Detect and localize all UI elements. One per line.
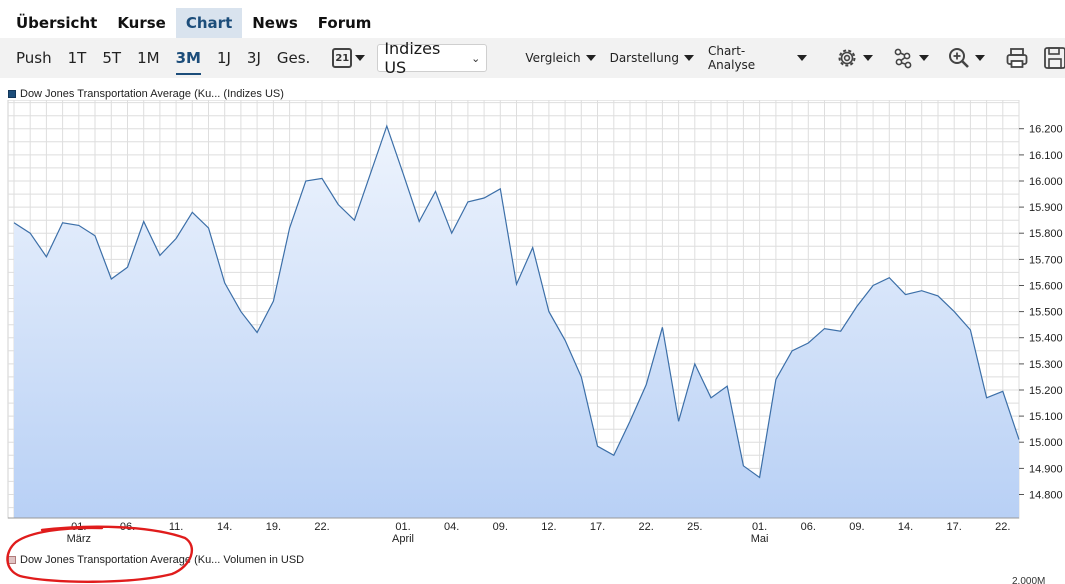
chevron-down-icon xyxy=(863,55,873,61)
tab-uebersicht[interactable]: Übersicht xyxy=(0,8,107,38)
menu-vergleich[interactable]: Vergleich xyxy=(525,51,596,65)
y-tick-label: 15.400 xyxy=(1029,333,1063,345)
x-tick-label: 19. xyxy=(266,521,281,533)
range-ges[interactable]: Ges. xyxy=(269,38,318,78)
annotation-circle xyxy=(6,525,194,583)
menu-vergleich-label: Vergleich xyxy=(525,51,581,65)
y-tick-label: 15.800 xyxy=(1029,228,1063,240)
tab-news[interactable]: News xyxy=(242,8,308,38)
network-icon xyxy=(894,48,912,69)
x-month-label: April xyxy=(392,533,414,545)
tab-forum[interactable]: Forum xyxy=(308,8,382,38)
y-axis: 14.800 14.900 15.000 15.100 15.200 15.300 15.4… xyxy=(1019,124,1063,502)
x-tick-label: 09. xyxy=(493,521,508,533)
range-1j[interactable]: 1J xyxy=(209,38,239,78)
x-tick-label: 22. xyxy=(639,521,654,533)
x-tick-label: 04. xyxy=(444,521,459,533)
menu-chart-analyse-label: Chart-Analyse xyxy=(707,44,756,72)
menu-darstellung-label: Darstellung xyxy=(609,51,679,65)
x-tick-label: 25. xyxy=(687,521,702,533)
range-5t[interactable]: 5T xyxy=(94,38,129,78)
chart-toolbar: Push 1T 5T 1M 3M 1J 3J Ges. 21 Indizes U… xyxy=(0,38,1065,78)
y-tick-label: 16.100 xyxy=(1029,150,1063,162)
range-1t[interactable]: 1T xyxy=(60,38,95,78)
chevron-down-icon: ⌄ xyxy=(471,51,481,65)
range-1m[interactable]: 1M xyxy=(129,38,168,78)
range-3m[interactable]: 3M xyxy=(168,38,209,78)
chevron-down-icon xyxy=(975,55,985,61)
save-button[interactable] xyxy=(1043,46,1065,70)
chevron-down-icon xyxy=(919,55,929,61)
legend-label: Dow Jones Transportation Average (Ku... … xyxy=(20,88,284,100)
save-icon xyxy=(1044,47,1065,69)
chevron-down-icon xyxy=(683,55,694,61)
chevron-down-icon xyxy=(585,55,596,61)
indicators-button[interactable] xyxy=(891,46,929,70)
print-icon xyxy=(1006,48,1028,68)
top-nav: Übersicht Kurse Chart News Forum xyxy=(0,8,1065,46)
x-tick-label: 22. xyxy=(314,521,329,533)
x-tick-label: 12. xyxy=(541,521,556,533)
x-tick-label: 01. xyxy=(752,521,767,533)
x-tick-label: 14. xyxy=(898,521,913,533)
y-tick-label: 16.200 xyxy=(1029,124,1063,136)
range-push[interactable]: Push xyxy=(0,38,60,78)
y-tick-label: 15.600 xyxy=(1029,281,1063,293)
tab-chart[interactable]: Chart xyxy=(175,8,243,46)
chart-legend: Dow Jones Transportation Average (Ku... … xyxy=(8,88,284,100)
y-tick-label: 14.900 xyxy=(1029,463,1063,475)
menu-chart-analyse[interactable]: Chart-Analyse xyxy=(708,44,807,72)
y-tick-label: 15.100 xyxy=(1029,411,1063,423)
exchange-select[interactable]: Indizes US ⌄ xyxy=(377,39,488,77)
print-button[interactable] xyxy=(1005,46,1029,70)
x-tick-label: 06. xyxy=(801,521,816,533)
chevron-down-icon xyxy=(797,55,807,61)
x-month-label: Mai xyxy=(751,533,769,545)
exchange-select-value: Indizes US xyxy=(384,39,441,77)
calendar-icon: 21 xyxy=(332,48,353,68)
x-tick-label: 22. xyxy=(995,521,1010,533)
series-swatch xyxy=(8,90,16,98)
x-tick-label: 09. xyxy=(849,521,864,533)
settings-button[interactable] xyxy=(835,46,873,70)
chevron-down-icon xyxy=(355,55,366,61)
y-tick-label: 15.900 xyxy=(1029,202,1063,214)
gear-icon xyxy=(838,49,856,67)
menu-darstellung[interactable]: Darstellung xyxy=(610,51,694,65)
x-tick-label: 01. xyxy=(395,521,410,533)
x-tick-label: 14. xyxy=(217,521,232,533)
volume-axis-label: 2.000M xyxy=(1012,576,1046,584)
calendar-button[interactable]: 21 xyxy=(332,48,366,68)
y-tick-label: 15.300 xyxy=(1029,359,1063,371)
x-tick-label: 17. xyxy=(590,521,605,533)
price-chart[interactable]: 14.800 14.900 15.000 15.100 15.200 15.300 15.4… xyxy=(0,100,1065,580)
y-tick-label: 15.000 xyxy=(1029,437,1063,449)
x-tick-label: 17. xyxy=(947,521,962,533)
y-tick-label: 14.800 xyxy=(1029,490,1063,502)
zoom-icon xyxy=(949,48,969,68)
y-tick-label: 15.200 xyxy=(1029,385,1063,397)
y-tick-label: 16.000 xyxy=(1029,176,1063,188)
tab-kurse[interactable]: Kurse xyxy=(107,8,176,38)
zoom-button[interactable] xyxy=(947,46,985,70)
y-tick-label: 15.700 xyxy=(1029,254,1063,266)
y-tick-label: 15.500 xyxy=(1029,307,1063,319)
range-3j[interactable]: 3J xyxy=(239,38,269,78)
